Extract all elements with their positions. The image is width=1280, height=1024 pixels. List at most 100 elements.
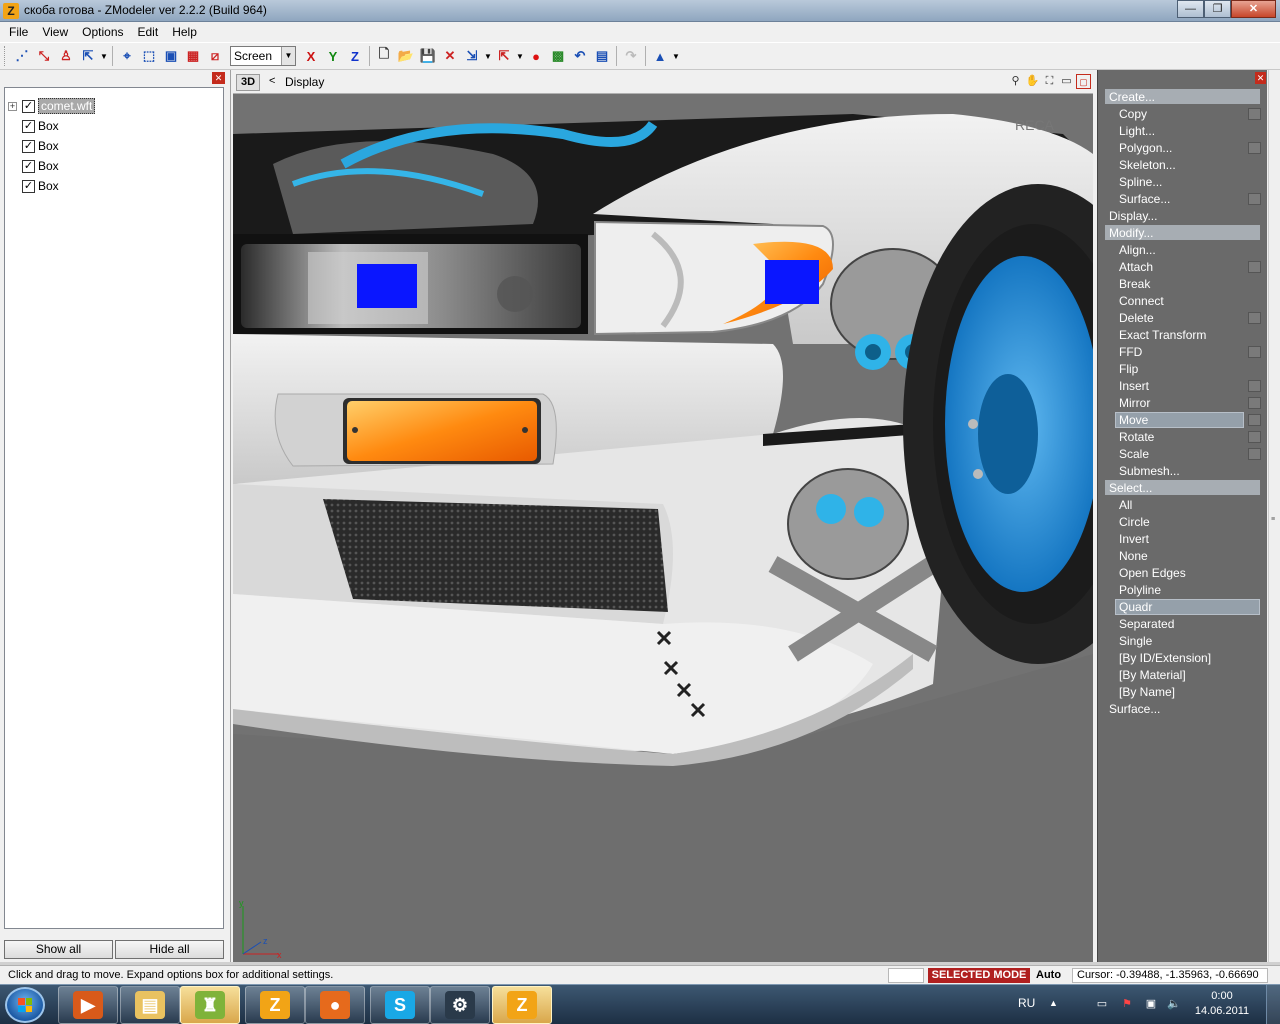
show-desktop-button[interactable] [1266, 985, 1280, 1024]
command-attach[interactable]: Attach [1098, 259, 1266, 276]
import-dropdown[interactable]: ▼ [483, 45, 493, 67]
tree-item[interactable]: ✓ Box [5, 156, 223, 176]
viewport-close-icon[interactable]: ▢ [1076, 74, 1091, 89]
image-icon[interactable]: ▩ [547, 45, 569, 67]
item-checkbox[interactable]: ✓ [22, 179, 35, 193]
options-box-button[interactable] [1248, 397, 1261, 409]
tree-item-label[interactable]: Box [38, 159, 59, 173]
command-polyline[interactable]: Polyline [1098, 582, 1266, 599]
options-box-button[interactable] [1248, 380, 1261, 392]
options-box-button[interactable] [1248, 261, 1261, 273]
system-clock[interactable]: 0:00 14.06.2011 [1192, 989, 1252, 1019]
undo-icon[interactable]: ↶ [569, 45, 591, 67]
3d-viewport[interactable]: RECA y z x [233, 94, 1093, 962]
command-mirror[interactable]: Mirror [1098, 395, 1266, 412]
start-button[interactable] [5, 987, 45, 1023]
taskbar-app-button[interactable]: ♜ [180, 986, 240, 1024]
command-light[interactable]: Light... [1098, 123, 1266, 140]
command-surface[interactable]: Surface... [1098, 191, 1266, 208]
options-box-button[interactable] [1248, 142, 1261, 154]
command-all[interactable]: All [1098, 497, 1266, 514]
command-spline[interactable]: Spline... [1098, 174, 1266, 191]
export-icon[interactable]: ⇱ [493, 45, 515, 67]
tree-item[interactable]: ✓ Box [5, 176, 223, 196]
menu-edit[interactable]: Edit [131, 25, 166, 39]
taskbar-app-button[interactable]: Z [492, 986, 552, 1024]
taskbar-app-button[interactable]: ▤ [120, 986, 180, 1024]
command-section-select[interactable]: Select... [1098, 480, 1266, 497]
expand-icon[interactable]: + [8, 101, 17, 111]
command-insert[interactable]: Insert [1098, 378, 1266, 395]
command-by-material[interactable]: [By Material] [1098, 667, 1266, 684]
axis-x-toggle[interactable]: X [300, 45, 322, 67]
redo-icon[interactable]: ↷ [620, 45, 642, 67]
import-icon[interactable]: ⇲ [461, 45, 483, 67]
command-skeleton[interactable]: Skeleton... [1098, 157, 1266, 174]
tray-folder-icon[interactable]: ▭ [1095, 998, 1109, 1011]
command-quadr[interactable]: Quadr [1098, 599, 1266, 616]
save-icon[interactable]: 💾 [417, 45, 439, 67]
command-separated[interactable]: Separated [1098, 616, 1266, 633]
taskbar-app-button[interactable]: ● [305, 986, 365, 1024]
command-polygon[interactable]: Polygon... [1098, 140, 1266, 157]
coordinate-system-select[interactable]: Screen ▼ [230, 46, 296, 66]
options-box-button[interactable] [1248, 108, 1261, 120]
viewport-mode-button[interactable]: 3D [236, 74, 260, 91]
toolbar-grip[interactable] [4, 46, 7, 66]
root-checkbox[interactable]: ✓ [22, 99, 35, 113]
close-button[interactable]: ✕ [1231, 0, 1276, 18]
command-section-modify[interactable]: Modify... [1098, 225, 1266, 242]
record-icon[interactable]: ● [525, 45, 547, 67]
panel-close-icon[interactable]: ✕ [1255, 72, 1266, 84]
hide-all-button[interactable]: Hide all [115, 940, 224, 959]
scroll-grip-icon[interactable]: ≡ [1271, 516, 1279, 526]
options-box-button[interactable] [1248, 448, 1261, 460]
selected-box-marker[interactable] [357, 264, 417, 308]
select-mode-dropdown[interactable]: ▼ [99, 45, 109, 67]
command-single[interactable]: Single [1098, 633, 1266, 650]
command-by-name[interactable]: [By Name] [1098, 684, 1266, 701]
select-edge-icon[interactable]: ⤡ [33, 45, 55, 67]
options-box-button[interactable] [1248, 431, 1261, 443]
options-box-button[interactable] [1248, 414, 1261, 426]
chevron-down-icon[interactable]: ▼ [281, 47, 295, 65]
tree-item-label[interactable]: Box [38, 119, 59, 133]
vertex-mode-icon[interactable]: ⌖ [116, 45, 138, 67]
command-circle[interactable]: Circle [1098, 514, 1266, 531]
volume-icon[interactable]: 🔈 [1167, 998, 1181, 1011]
command-invert[interactable]: Invert [1098, 531, 1266, 548]
show-all-button[interactable]: Show all [4, 940, 113, 959]
scene-tree[interactable]: + ✓ comet.wft ✓ Box ✓ Box ✓ Box ✓ Box [4, 87, 224, 929]
command-exact-transform[interactable]: Exact Transform [1098, 327, 1266, 344]
maximize-viewport-icon[interactable]: ▭ [1059, 74, 1074, 89]
delete-icon[interactable]: ✕ [439, 45, 461, 67]
minimize-button[interactable]: — [1177, 0, 1204, 18]
language-indicator[interactable]: RU [1018, 996, 1035, 1010]
maximize-button[interactable]: ❐ [1204, 0, 1231, 18]
select-skeleton-icon[interactable]: ♙ [55, 45, 77, 67]
group-mode-icon[interactable]: ▦ [182, 45, 204, 67]
taskbar-app-button[interactable]: ▶ [58, 986, 118, 1024]
item-checkbox[interactable]: ✓ [22, 159, 35, 173]
axis-y-toggle[interactable]: Y [322, 45, 344, 67]
options-box-button[interactable] [1248, 346, 1261, 358]
tree-item[interactable]: ✓ Box [5, 116, 223, 136]
taskbar-app-button[interactable]: S [370, 986, 430, 1024]
command-move[interactable]: Move [1098, 412, 1266, 429]
options-box-button[interactable] [1248, 312, 1261, 324]
axis-z-toggle[interactable]: Z [344, 45, 366, 67]
command-scale[interactable]: Scale [1098, 446, 1266, 463]
pan-hand-icon[interactable]: ✋ [1025, 74, 1040, 89]
command-rotate[interactable]: Rotate [1098, 429, 1266, 446]
tree-root-label[interactable]: comet.wft [38, 98, 96, 114]
command-none[interactable]: None [1098, 548, 1266, 565]
command-delete[interactable]: Delete [1098, 310, 1266, 327]
command-display[interactable]: Display... [1098, 208, 1266, 225]
export-dropdown[interactable]: ▼ [515, 45, 525, 67]
network-icon[interactable]: ▣ [1144, 998, 1158, 1011]
tree-item[interactable]: ✓ Box [5, 136, 223, 156]
tray-expand-icon[interactable]: ▲ [1049, 998, 1058, 1008]
taskbar-app-button[interactable]: Z [245, 986, 305, 1024]
menu-options[interactable]: Options [75, 25, 130, 39]
command-by-id-extension[interactable]: [By ID/Extension] [1098, 650, 1266, 667]
